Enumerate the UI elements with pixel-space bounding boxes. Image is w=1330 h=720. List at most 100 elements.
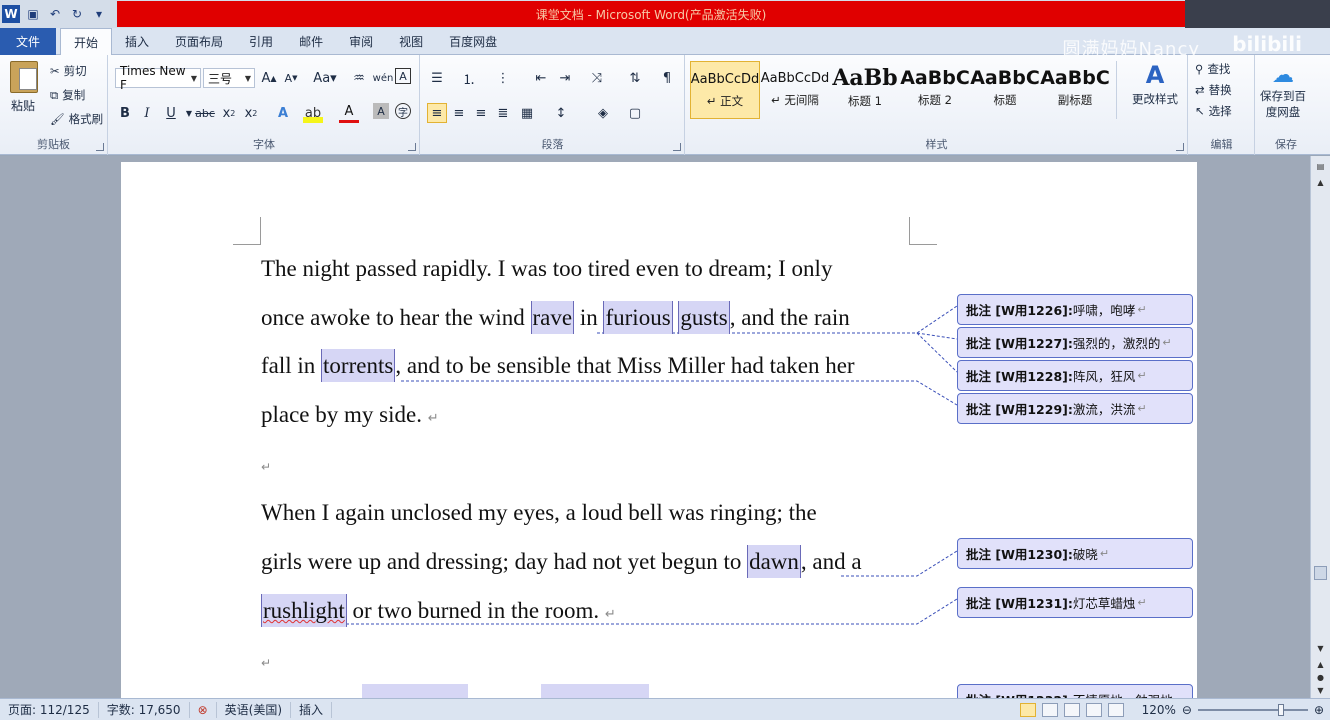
- strikethrough-icon[interactable]: abc: [195, 103, 215, 123]
- browse-object-icon[interactable]: ●: [1313, 671, 1328, 684]
- tab-insert[interactable]: 插入: [112, 28, 162, 55]
- multilevel-list-icon[interactable]: ⋮: [493, 68, 513, 88]
- page-count[interactable]: 页面: 112/125: [0, 701, 99, 718]
- increase-indent-icon[interactable]: ⇥: [555, 68, 575, 88]
- scroll-down-icon[interactable]: ▼: [1313, 642, 1328, 655]
- align-left-icon[interactable]: ≡: [427, 103, 447, 123]
- commented-word-furious[interactable]: furious: [603, 301, 673, 334]
- word-logo-icon[interactable]: W: [2, 5, 20, 23]
- styles-dialog-launcher[interactable]: [1176, 143, 1184, 151]
- zoom-level[interactable]: 120%: [1142, 703, 1176, 717]
- vertical-scrollbar[interactable]: ▤ ▲ ▼ ▲ ● ▼: [1310, 156, 1330, 698]
- tab-baidu-netdisk[interactable]: 百度网盘: [436, 28, 510, 55]
- comment-balloon[interactable]: 批注 [W用1230]: 破晓 ↵: [957, 538, 1193, 569]
- save-to-baidu-button[interactable]: ☁ 保存到百 度网盘: [1260, 63, 1306, 120]
- font-dialog-launcher[interactable]: [408, 143, 416, 151]
- numbering-icon[interactable]: ⒈: [459, 68, 479, 88]
- proofing-icon[interactable]: ⊗: [190, 701, 217, 718]
- prev-page-icon[interactable]: ▲: [1313, 658, 1328, 671]
- replace-button[interactable]: ⇄ 替换: [1195, 82, 1232, 98]
- enclose-char-icon[interactable]: 字: [395, 103, 411, 119]
- char-border-icon[interactable]: A: [395, 68, 411, 84]
- clear-format-icon[interactable]: ♒: [349, 68, 369, 88]
- borders-icon[interactable]: ▢: [625, 103, 645, 123]
- zoom-slider-knob[interactable]: [1277, 704, 1284, 716]
- style-normal[interactable]: AaBbCcDd ↵ 正文: [690, 61, 760, 119]
- style-heading-2[interactable]: AaBbC 标题 2: [900, 61, 970, 119]
- styles-scroll[interactable]: [1116, 61, 1128, 119]
- outline-icon[interactable]: [1085, 703, 1102, 717]
- font-size-combo[interactable]: 三号 ▼: [203, 68, 255, 88]
- line-spacing-icon[interactable]: ↕: [551, 103, 571, 123]
- bullets-icon[interactable]: ☰: [427, 68, 447, 88]
- subscript-icon[interactable]: x2: [219, 103, 239, 123]
- save-icon[interactable]: ▣: [24, 5, 42, 23]
- word-count[interactable]: 字数: 17,650: [99, 701, 190, 718]
- align-center-icon[interactable]: ≡: [449, 103, 469, 123]
- clipboard-dialog-launcher[interactable]: [96, 143, 104, 151]
- commented-word-dawn[interactable]: dawn: [747, 545, 801, 578]
- copy-button[interactable]: ⧉ 复制: [50, 87, 85, 103]
- style-title[interactable]: AaBbC 标题: [970, 61, 1040, 119]
- grow-font-icon[interactable]: A ▲: [259, 68, 279, 88]
- chinese-layout-icon[interactable]: ⤨: [587, 68, 607, 88]
- customize-qat-icon[interactable]: ▾: [90, 5, 108, 23]
- zoom-in-icon[interactable]: ⊕: [1314, 703, 1324, 717]
- zoom-slider[interactable]: [1197, 704, 1308, 716]
- select-button[interactable]: ↖ 选择: [1195, 103, 1232, 119]
- language[interactable]: 英语(美国): [217, 701, 292, 718]
- commented-word-rushlight[interactable]: rushlight: [261, 594, 347, 627]
- font-name-combo[interactable]: Times New F ▼: [115, 64, 201, 92]
- highlight-icon[interactable]: ab: [303, 103, 323, 123]
- scroll-thumb[interactable]: [1314, 566, 1327, 580]
- ruler-toggle-icon[interactable]: ▤: [1313, 160, 1328, 173]
- shading-icon[interactable]: ◈: [593, 103, 613, 123]
- paste-button[interactable]: 粘贴: [11, 97, 35, 114]
- zoom-out-icon[interactable]: ⊖: [1182, 703, 1192, 717]
- underline-icon[interactable]: U: [161, 103, 181, 123]
- tab-references[interactable]: 引用: [236, 28, 286, 55]
- change-case-icon[interactable]: Aa▾: [311, 68, 339, 88]
- comment-balloon[interactable]: 批注 [W用1227]: 强烈的，激烈的 ↵: [957, 327, 1193, 358]
- full-screen-reading-icon[interactable]: [1041, 703, 1058, 717]
- tab-view[interactable]: 视图: [386, 28, 436, 55]
- cut-button[interactable]: ✂ 剪切: [50, 63, 87, 79]
- web-layout-icon[interactable]: [1063, 703, 1080, 717]
- document-page[interactable]: The night passed rapidly. I was too tire…: [121, 162, 1197, 698]
- tab-review[interactable]: 审阅: [336, 28, 386, 55]
- commented-word-torrents[interactable]: torrents: [321, 349, 396, 382]
- draft-icon[interactable]: [1107, 703, 1124, 717]
- bold-icon[interactable]: B: [115, 103, 135, 123]
- tab-mailings[interactable]: 邮件: [286, 28, 336, 55]
- tab-file[interactable]: 文件: [0, 28, 56, 55]
- comment-balloon[interactable]: 批注 [W用1231]: 灯芯草蜡烛 ↵: [957, 587, 1193, 618]
- tab-page-layout[interactable]: 页面布局: [162, 28, 236, 55]
- next-page-icon[interactable]: ▼: [1313, 684, 1328, 697]
- decrease-indent-icon[interactable]: ⇤: [531, 68, 551, 88]
- char-shading-icon[interactable]: A: [373, 103, 389, 119]
- shrink-font-icon[interactable]: A ▼: [281, 68, 301, 88]
- style-subtitle[interactable]: AaBbC 副标题: [1040, 61, 1110, 119]
- insert-mode[interactable]: 插入: [291, 701, 333, 718]
- comment-balloon[interactable]: 批注 [W用1229]: 激流，洪流 ↵: [957, 393, 1193, 424]
- justify-icon[interactable]: ≣: [493, 103, 513, 123]
- style-no-spacing[interactable]: AaBbCcDd ↵ 无间隔: [760, 61, 830, 119]
- commented-word-gusts[interactable]: gusts: [678, 301, 730, 334]
- commented-word-rave[interactable]: rave: [530, 301, 575, 334]
- italic-icon[interactable]: I: [137, 103, 157, 123]
- find-button[interactable]: ⚲ 查找: [1195, 61, 1230, 77]
- comment-balloon[interactable]: 批注 [W用1226]: 呼啸，咆哮 ↵: [957, 294, 1193, 325]
- redo-icon[interactable]: ↻: [68, 5, 86, 23]
- paste-icon[interactable]: [10, 61, 38, 93]
- align-right-icon[interactable]: ≡: [471, 103, 491, 123]
- superscript-icon[interactable]: x2: [241, 103, 261, 123]
- distributed-icon[interactable]: ▦: [517, 103, 537, 123]
- print-layout-icon[interactable]: [1019, 703, 1036, 717]
- tab-home[interactable]: 开始: [60, 28, 113, 56]
- change-styles-button[interactable]: A 更改样式: [1132, 61, 1178, 107]
- paragraph-dialog-launcher[interactable]: [673, 143, 681, 151]
- sort-icon[interactable]: ⇅: [625, 68, 645, 88]
- undo-icon[interactable]: ↶: [46, 5, 64, 23]
- comment-balloon[interactable]: 批注 [W用1232]: 不情愿地，勉强地: [957, 684, 1193, 698]
- scroll-up-icon[interactable]: ▲: [1313, 176, 1328, 189]
